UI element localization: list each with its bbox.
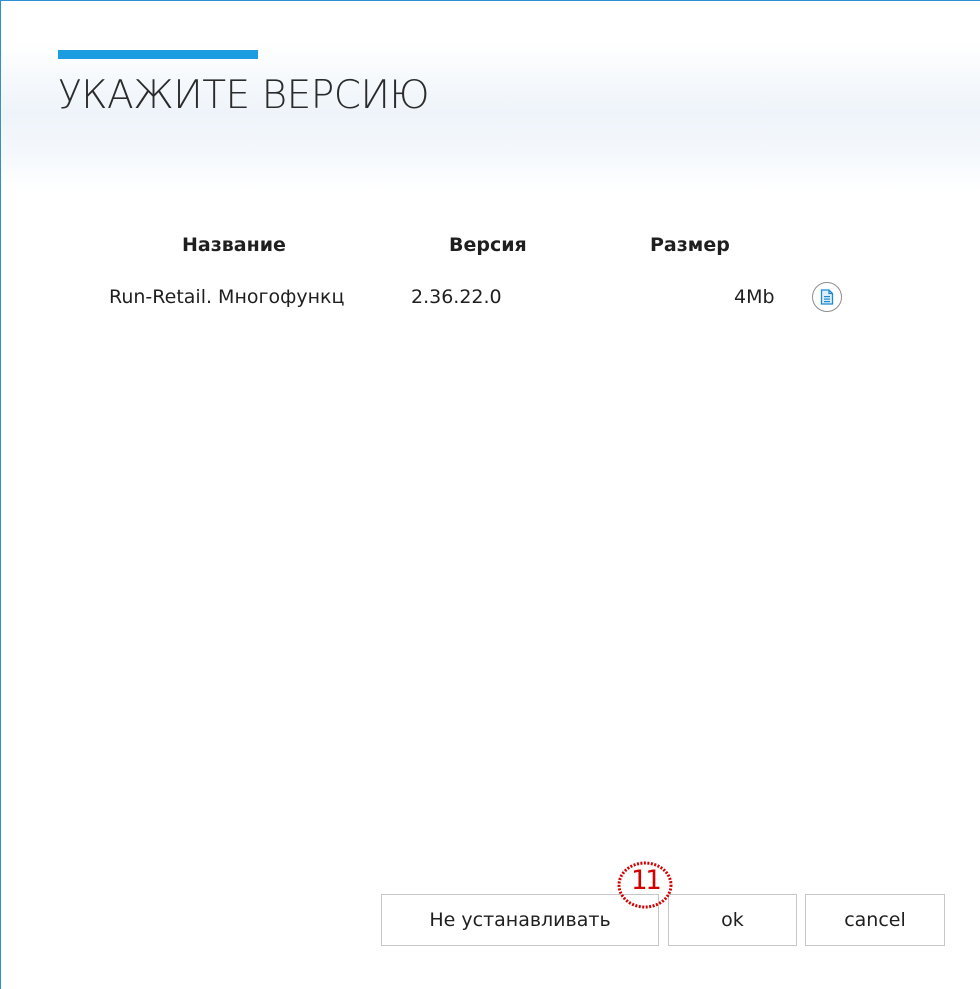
dialog-title: УКАЖИТЕ ВЕРСИЮ bbox=[58, 73, 430, 118]
view-document-button[interactable] bbox=[812, 282, 842, 312]
column-header-size: Размер bbox=[650, 234, 730, 256]
row-version-cell: 2.36.22.0 bbox=[411, 286, 502, 308]
ok-button[interactable]: ok bbox=[668, 894, 797, 946]
version-dialog: УКАЖИТЕ ВЕРСИЮ Название Версия Размер Ru… bbox=[0, 0, 980, 989]
row-size-cell: 4Mb bbox=[734, 286, 775, 308]
step-marker-label: 11 bbox=[630, 865, 662, 896]
column-header-version: Версия bbox=[449, 234, 527, 256]
title-accent-bar bbox=[58, 50, 258, 59]
column-header-name: Название bbox=[182, 234, 286, 256]
row-name-cell: Run-Retail. Многофункц bbox=[109, 286, 345, 308]
cancel-button[interactable]: cancel bbox=[805, 894, 945, 946]
document-icon bbox=[820, 289, 834, 305]
step-marker: 11 bbox=[614, 859, 676, 911]
